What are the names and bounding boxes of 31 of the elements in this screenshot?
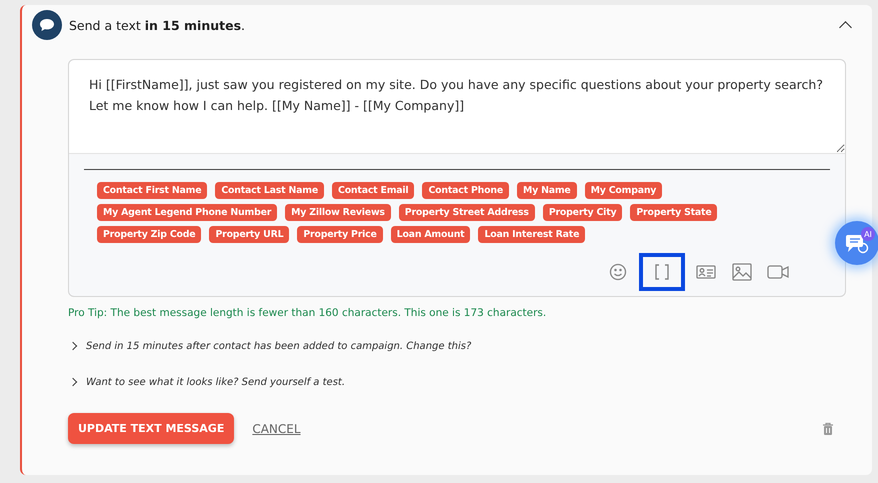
cancel-link[interactable]: CANCEL <box>252 422 301 436</box>
merge-tag[interactable]: Property Street Address <box>398 204 535 221</box>
merge-tag[interactable]: Loan Interest Rate <box>478 226 586 243</box>
merge-tag[interactable]: My Name <box>516 182 577 199</box>
brackets-icon[interactable] <box>654 263 670 281</box>
pro-tip-text: Pro Tip: The best message length is fewer than 160 characters. This one is 173 characters. <box>68 307 548 319</box>
chat-bubble-icon <box>32 10 62 40</box>
update-button[interactable]: UPDATE TEXT MESSAGE <box>68 413 234 444</box>
merge-tag[interactable]: Contact Email <box>332 182 414 199</box>
merge-tag[interactable]: Property Zip Code <box>97 226 202 243</box>
option-link[interactable]: Send in 15 minutes after contact has been added to campaign. Change this? <box>86 340 472 352</box>
ai-rewrite-button[interactable]: AI <box>835 221 878 265</box>
merge-tag[interactable]: My Company <box>584 182 662 199</box>
merge-tag[interactable]: Loan Amount <box>390 226 470 243</box>
merge-tag[interactable]: Property URL <box>209 226 290 243</box>
video-camera-icon[interactable] <box>767 264 789 280</box>
merge-tag[interactable]: Contact First Name <box>97 182 208 199</box>
contact-card-icon[interactable] <box>696 264 716 280</box>
option-link[interactable]: Want to see what it looks like? Send yourself a test. <box>86 376 345 388</box>
merge-tag[interactable]: Contact Phone <box>422 182 509 199</box>
merge-tag[interactable]: My Zillow Reviews <box>285 204 391 221</box>
step-title: Send a text in 15 minutes. <box>69 18 246 32</box>
merge-tag[interactable]: Property State <box>630 204 718 221</box>
message-field[interactable]: Hi [[FirstName]], just saw you registered on my site. Do you have any specific questions about your property search? Let me know how I can help. [[My Name]] - [[My Company]] <box>69 60 845 154</box>
trash-icon[interactable] <box>822 422 834 436</box>
emoji-icon[interactable] <box>609 263 627 281</box>
merge-tag[interactable]: Property City <box>542 204 622 221</box>
merge-tag[interactable]: Contact Last Name <box>215 182 324 199</box>
merge-tag[interactable]: Property Price <box>297 226 383 243</box>
image-icon[interactable] <box>732 263 752 281</box>
merge-tag[interactable]: My Agent Legend Phone Number <box>97 204 278 221</box>
